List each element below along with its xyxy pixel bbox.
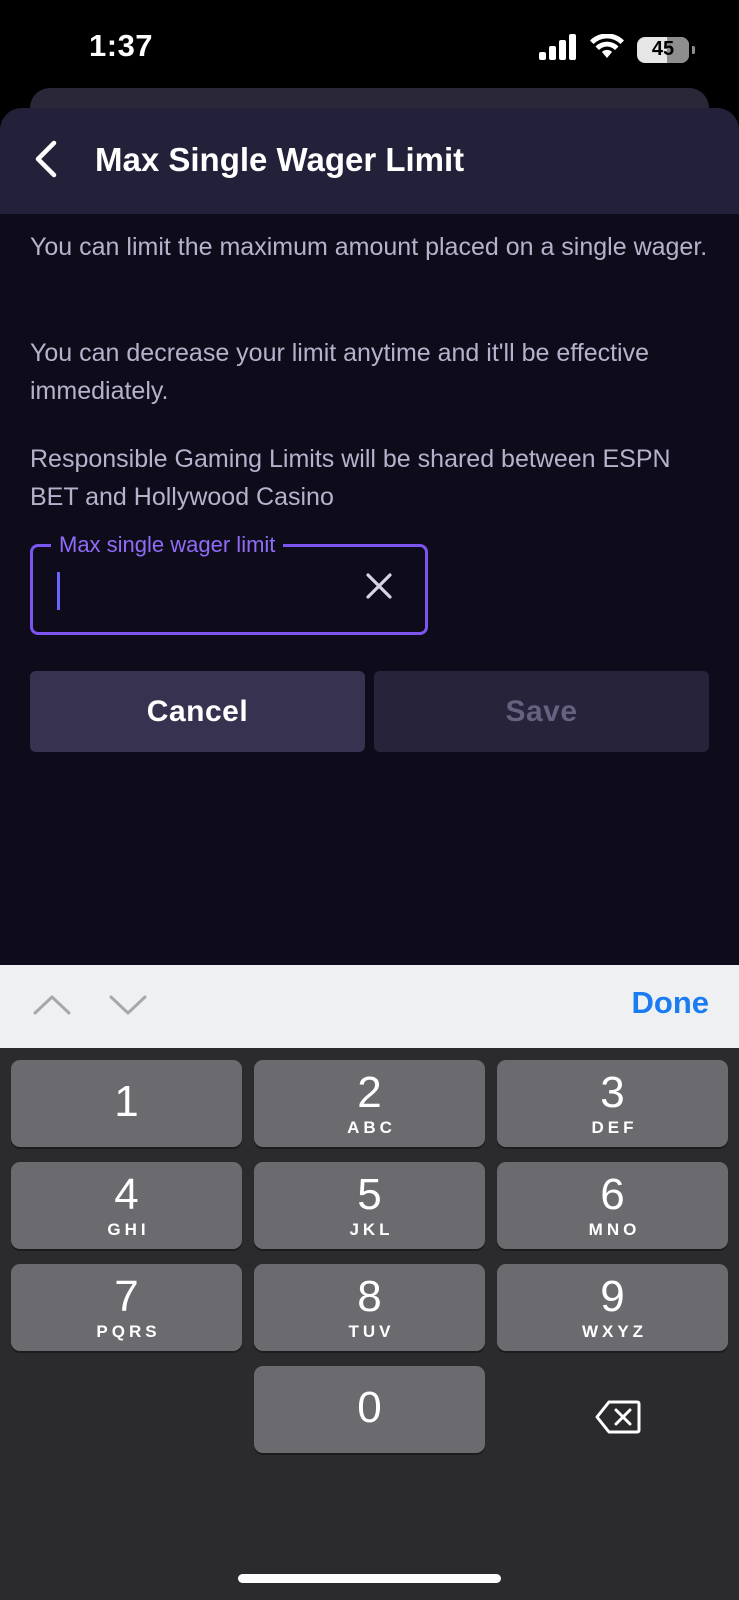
backspace-key[interactable]: [574, 1389, 662, 1449]
battery-level: 45: [651, 38, 675, 60]
key-digit: 4: [114, 1169, 139, 1219]
wager-limit-sheet: Max Single Wager Limit You can limit the…: [0, 108, 739, 965]
key-2[interactable]: 2 ABC: [254, 1060, 485, 1147]
key-7[interactable]: 7 PQRS: [11, 1264, 242, 1351]
key-letters: TUV: [348, 1321, 395, 1341]
wifi-icon: [589, 33, 625, 65]
home-indicator: [238, 1574, 501, 1583]
status-time: 1:37: [89, 28, 154, 63]
chevron-up-icon: [32, 993, 72, 1022]
key-1[interactable]: 1: [11, 1060, 242, 1147]
numeric-keypad: 1 2 ABC 3 DEF 4 GHI 5 JKL 6 MNO 7 PQRS 8…: [0, 1048, 739, 1600]
key-letters: ABC: [347, 1117, 396, 1137]
key-letters: PQRS: [96, 1321, 161, 1341]
keyboard-accessory-bar: Done: [0, 965, 739, 1048]
key-digit: 6: [600, 1169, 625, 1219]
backspace-icon: [595, 1399, 641, 1440]
cellular-signal-icon: [539, 34, 577, 65]
status-icons: 45: [539, 33, 695, 65]
save-button[interactable]: Save: [374, 671, 709, 752]
key-letters: DEF: [591, 1117, 638, 1137]
cancel-button[interactable]: Cancel: [30, 671, 365, 752]
next-field-button[interactable]: [106, 987, 150, 1027]
max-wager-input[interactable]: [53, 569, 353, 613]
back-button[interactable]: [22, 133, 72, 189]
key-digit: 5: [357, 1169, 382, 1219]
key-9[interactable]: 9 WXYZ: [497, 1264, 728, 1351]
key-4[interactable]: 4 GHI: [11, 1162, 242, 1249]
description-limit: You can limit the maximum amount placed …: [30, 233, 708, 261]
key-digit: 7: [114, 1271, 139, 1321]
key-5[interactable]: 5 JKL: [254, 1162, 485, 1249]
description-decrease: You can decrease your limit anytime and …: [30, 339, 650, 405]
key-letters: WXYZ: [581, 1321, 648, 1341]
close-icon: [365, 572, 393, 605]
page-title: Max Single Wager Limit: [95, 141, 465, 178]
key-digit: 1: [114, 1076, 139, 1126]
status-bar: 1:37 45: [0, 0, 739, 100]
key-digit: 9: [600, 1271, 625, 1321]
key-8[interactable]: 8 TUV: [254, 1264, 485, 1351]
text-caret: [57, 572, 60, 610]
clear-input-button[interactable]: [355, 564, 403, 612]
chevron-down-icon: [108, 993, 148, 1022]
chevron-left-icon: [32, 139, 62, 184]
key-letters: MNO: [588, 1219, 641, 1239]
max-wager-field[interactable]: Max single wager limit: [30, 528, 428, 635]
done-button[interactable]: Done: [632, 985, 710, 1021]
max-wager-field-label: Max single wager limit: [51, 528, 284, 562]
description-shared-limits: Responsible Gaming Limits will be shared…: [30, 445, 671, 511]
key-letters: JKL: [349, 1219, 394, 1239]
key-digit: 3: [600, 1067, 625, 1117]
previous-field-button[interactable]: [30, 987, 74, 1027]
key-digit: 0: [357, 1382, 382, 1432]
key-3[interactable]: 3 DEF: [497, 1060, 728, 1147]
battery-icon: 45: [637, 36, 695, 63]
key-digit: 2: [357, 1067, 382, 1117]
sheet-header: Max Single Wager Limit: [0, 108, 739, 214]
key-6[interactable]: 6 MNO: [497, 1162, 728, 1249]
key-digit: 8: [357, 1271, 382, 1321]
key-letters: GHI: [107, 1219, 150, 1239]
key-0[interactable]: 0: [254, 1366, 485, 1453]
